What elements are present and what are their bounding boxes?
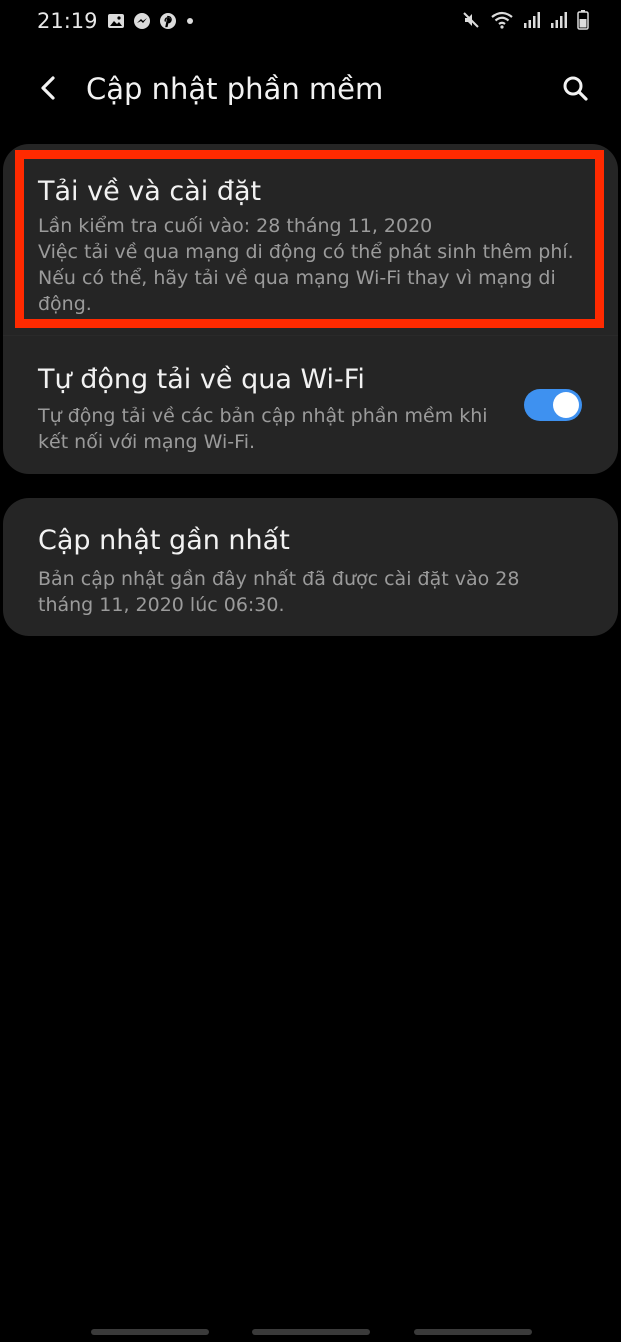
back-button[interactable] xyxy=(30,70,66,106)
search-button[interactable] xyxy=(557,70,593,106)
messenger-icon xyxy=(133,12,151,30)
highlight-annotation xyxy=(15,150,604,328)
nav-recents-button[interactable] xyxy=(91,1329,209,1335)
system-icons xyxy=(461,10,589,30)
signal-icon-2 xyxy=(550,11,568,29)
gallery-icon xyxy=(107,13,125,29)
notification-icons xyxy=(107,12,195,30)
divider xyxy=(3,335,618,336)
nav-back-button[interactable] xyxy=(414,1329,532,1335)
auto-download-wifi-item[interactable]: Tự động tải về qua Wi-Fi Tự động tải về … xyxy=(38,364,508,455)
toggle-knob xyxy=(553,392,579,418)
last-update-description: Bản cập nhật gần đây nhất đã được cài đặ… xyxy=(38,568,520,616)
chevron-left-icon xyxy=(41,76,55,100)
dot-icon xyxy=(185,12,195,30)
page-title: Cập nhật phần mềm xyxy=(86,72,384,106)
signal-icon xyxy=(523,11,541,29)
search-icon xyxy=(563,76,588,101)
status-bar: 21:19 xyxy=(0,0,621,46)
status-time: 21:19 xyxy=(37,9,98,33)
last-update-item[interactable]: Cập nhật gần nhất Bản cập nhật gần đây n… xyxy=(38,525,558,618)
auto-download-wifi-description: Tự động tải về các bản cập nhật phần mềm… xyxy=(38,405,488,453)
wifi-icon xyxy=(490,10,514,30)
auto-download-wifi-toggle[interactable] xyxy=(524,389,582,421)
app-bar: Cập nhật phần mềm xyxy=(0,60,621,118)
last-update-title: Cập nhật gần nhất xyxy=(38,525,290,556)
auto-download-wifi-title: Tự động tải về qua Wi-Fi xyxy=(38,364,365,395)
nav-home-button[interactable] xyxy=(252,1329,370,1335)
mute-icon xyxy=(461,10,481,30)
pinterest-icon xyxy=(159,12,177,30)
battery-icon xyxy=(577,10,589,30)
